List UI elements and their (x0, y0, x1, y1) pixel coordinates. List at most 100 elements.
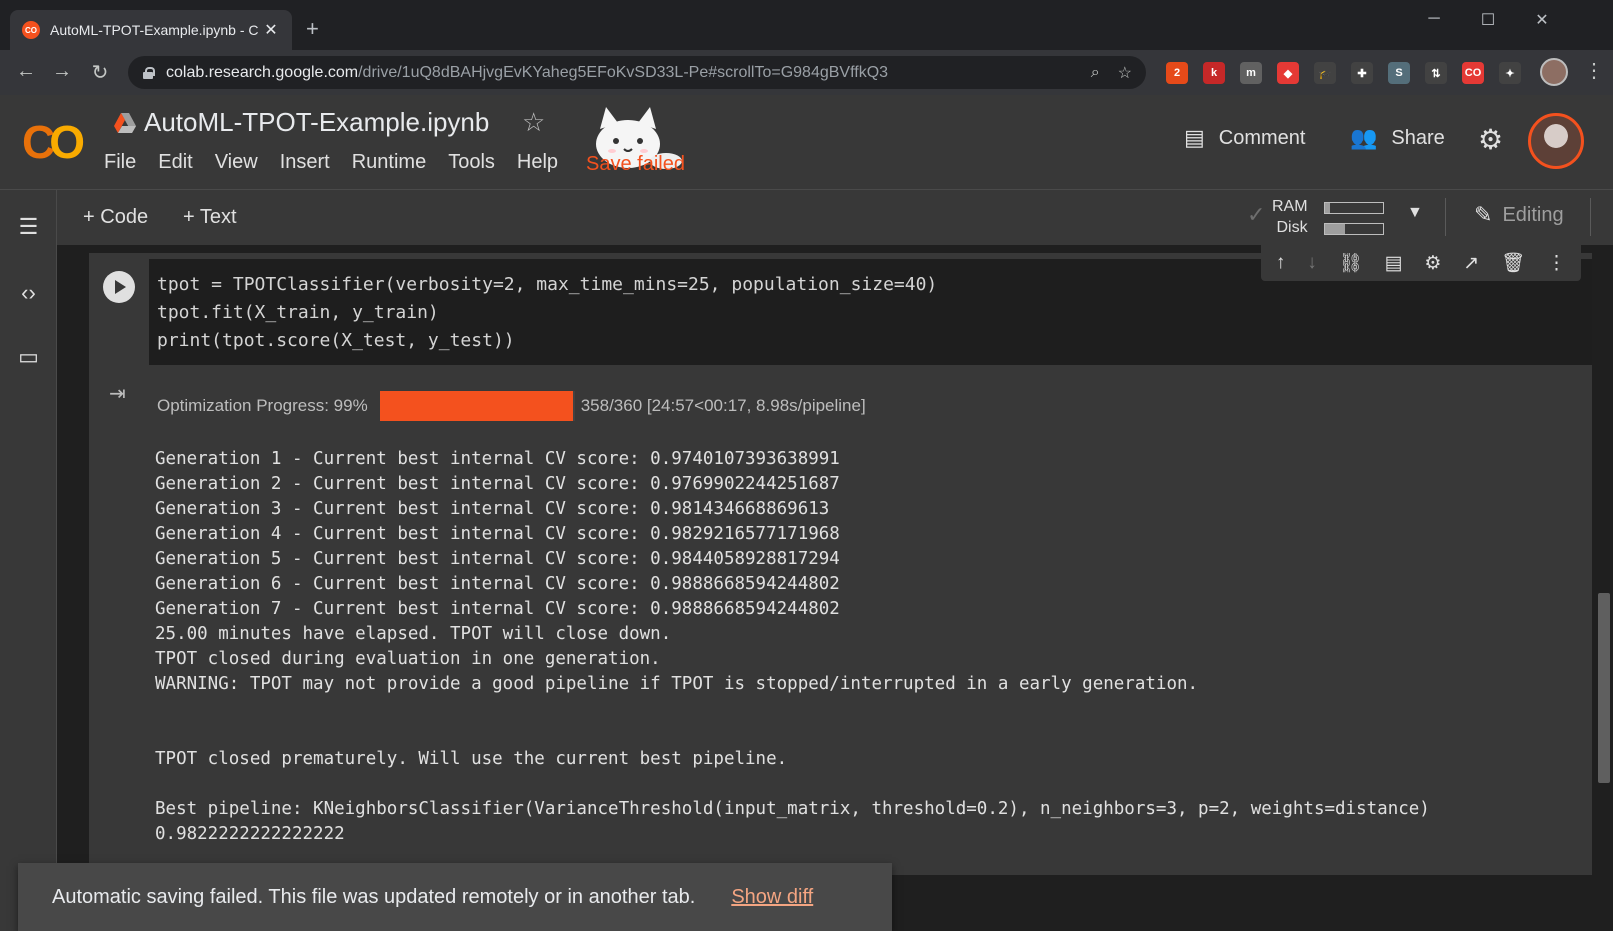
extension-icon[interactable]: ✚ (1351, 62, 1373, 84)
extension-icon[interactable]: 🎓 (1314, 62, 1336, 84)
comment-button[interactable]: ▤ Comment (1184, 125, 1306, 151)
google-drive-icon (114, 113, 136, 133)
maximize-icon[interactable]: ☐ (1476, 10, 1500, 30)
run-cell-button[interactable] (103, 271, 135, 303)
connected-check-icon: ✓ (1247, 202, 1266, 227)
show-diff-link[interactable]: Show diff (731, 886, 813, 909)
notebook-toolbar: + Code + Text ✓ RAM Disk ▼ ✎ Editing ⌃ (57, 190, 1613, 245)
editing-label: Editing (1502, 203, 1564, 226)
browser-menu-icon[interactable]: ⋮ (1584, 58, 1604, 83)
output-line: 0.9822222222222222 (155, 824, 345, 844)
menu-help[interactable]: Help (517, 151, 558, 174)
snackbar-message: Automatic saving failed. This file was u… (52, 885, 696, 908)
pencil-icon: ✎ (1474, 202, 1493, 227)
extension-icon[interactable]: 2 (1166, 62, 1188, 84)
output-line: Generation 4 - Current best internal CV … (155, 524, 840, 544)
files-folder-icon[interactable]: ▭ (0, 344, 57, 370)
progress-bar (379, 391, 575, 421)
menu-tools[interactable]: Tools (448, 151, 495, 174)
extension-icon[interactable]: CO (1462, 62, 1484, 84)
cell-settings-icon[interactable]: ⚙ (1424, 252, 1441, 275)
left-sidebar: ☰ ‹› ▭ (0, 190, 57, 931)
star-notebook-icon[interactable]: ☆ (522, 107, 545, 138)
share-label: Share (1391, 126, 1445, 149)
menu-runtime[interactable]: Runtime (352, 151, 426, 174)
output-line: Generation 3 - Current best internal CV … (155, 499, 830, 519)
new-tab-icon[interactable]: + (306, 16, 319, 42)
extension-icon[interactable]: ⇅ (1425, 62, 1447, 84)
minimize-icon[interactable]: ─ (1422, 10, 1446, 28)
output-log: Generation 1 - Current best internal CV … (155, 447, 1430, 847)
save-status[interactable]: Save failed (586, 153, 685, 176)
cell-output: ⇥ Optimization Progress: 99% 358/360 [24… (89, 365, 1592, 875)
window-close-icon[interactable]: ✕ (1530, 10, 1554, 30)
user-avatar[interactable] (1528, 113, 1584, 169)
notebook-title[interactable]: AutoML-TPOT-Example.ipynb (144, 107, 489, 138)
code-cell[interactable]: tpot = TPOTClassifier(verbosity=2, max_t… (89, 245, 1592, 875)
output-line: Best pipeline: KNeighborsClassifier(Vari… (155, 799, 1430, 819)
browser-profile-avatar[interactable] (1540, 58, 1568, 86)
zoom-icon[interactable]: ⌕ (1091, 64, 1100, 82)
extension-icon[interactable]: S (1388, 62, 1410, 84)
code-snippets-icon[interactable]: ‹› (0, 280, 57, 306)
output-actions-icon[interactable]: ⇥ (109, 381, 126, 406)
progress-stats: 358/360 [24:57<00:17, 8.98s/pipeline] (580, 396, 866, 415)
menu-file[interactable]: File (104, 151, 136, 174)
settings-gear-icon[interactable]: ⚙ (1478, 123, 1503, 156)
menu-insert[interactable]: Insert (280, 151, 330, 174)
share-button[interactable]: 👥 Share (1350, 125, 1445, 151)
editing-mode-button[interactable]: ✎ Editing (1474, 202, 1564, 228)
comment-label: Comment (1218, 126, 1306, 149)
ram-meter (1324, 202, 1384, 214)
output-line: TPOT closed prematurely. Will use the cu… (155, 749, 788, 769)
save-failed-snackbar: Automatic saving failed. This file was u… (18, 863, 892, 931)
output-line: Generation 2 - Current best internal CV … (155, 474, 840, 494)
toolbar-divider (1445, 198, 1446, 236)
add-text-button[interactable]: + Text (183, 206, 237, 229)
browser-tab[interactable]: CO AutoML-TPOT-Example.ipynb - C ✕ (10, 10, 292, 50)
output-line: Generation 7 - Current best internal CV … (155, 599, 840, 619)
progress-label: Optimization Progress: 99% (157, 396, 368, 415)
more-options-icon[interactable]: ⋮ (1547, 252, 1566, 275)
colab-favicon-icon: CO (22, 21, 40, 39)
extension-icon[interactable]: ◆ (1277, 62, 1299, 84)
code-line: tpot.fit(X_train, y_train) (157, 302, 439, 323)
menu-edit[interactable]: Edit (158, 151, 192, 174)
add-code-button[interactable]: + Code (83, 206, 148, 229)
forward-icon[interactable]: → (50, 60, 74, 83)
extension-icon[interactable]: ✦ (1499, 62, 1521, 84)
move-down-icon[interactable]: ↓ (1307, 252, 1317, 274)
colab-logo[interactable]: CO (22, 115, 85, 169)
back-icon[interactable]: ← (14, 60, 38, 83)
output-line: Generation 6 - Current best internal CV … (155, 574, 840, 594)
disk-meter (1324, 223, 1384, 235)
address-bar[interactable]: colab.research.google.com/drive/1uQ8dBAH… (128, 56, 1146, 89)
extension-icon[interactable]: k (1203, 62, 1225, 84)
output-line: WARNING: TPOT may not provide a good pip… (155, 674, 1199, 694)
output-line: Generation 5 - Current best internal CV … (155, 549, 840, 569)
comment-icon: ▤ (1184, 125, 1205, 150)
open-in-tab-icon[interactable]: ↗ (1463, 252, 1479, 275)
tab-close-icon[interactable]: ✕ (262, 20, 280, 40)
browser-tabstrip: CO AutoML-TPOT-Example.ipynb - C ✕ + ─ ☐… (0, 0, 1613, 50)
link-icon[interactable]: ⛓ (1339, 251, 1363, 275)
url-text[interactable]: colab.research.google.com/drive/1uQ8dBAH… (166, 64, 1073, 82)
scrollbar[interactable] (1598, 593, 1610, 783)
delete-icon[interactable]: 🗑 (1501, 251, 1525, 275)
output-line: Generation 1 - Current best internal CV … (155, 449, 840, 469)
extension-icon[interactable]: m (1240, 62, 1262, 84)
move-up-icon[interactable]: ↑ (1276, 252, 1286, 274)
menu-view[interactable]: View (215, 151, 258, 174)
toolbar-divider (1590, 198, 1591, 236)
table-of-contents-icon[interactable]: ☰ (0, 214, 57, 240)
resources-dropdown-icon[interactable]: ▼ (1407, 204, 1423, 222)
add-comment-icon[interactable]: ▤ (1385, 252, 1403, 275)
output-line: TPOT closed during evaluation in one gen… (155, 649, 661, 669)
code-line: print(tpot.score(X_test, y_test)) (157, 330, 515, 351)
resource-labels[interactable]: RAM Disk (1272, 196, 1308, 238)
output-line: 25.00 minutes have elapsed. TPOT will cl… (155, 624, 672, 644)
cell-toolbar: ↑ ↓ ⛓ ▤ ⚙ ↗ 🗑 ⋮ (1261, 245, 1581, 281)
bookmark-star-icon[interactable]: ☆ (1118, 63, 1132, 83)
reload-icon[interactable]: ↻ (88, 60, 112, 85)
